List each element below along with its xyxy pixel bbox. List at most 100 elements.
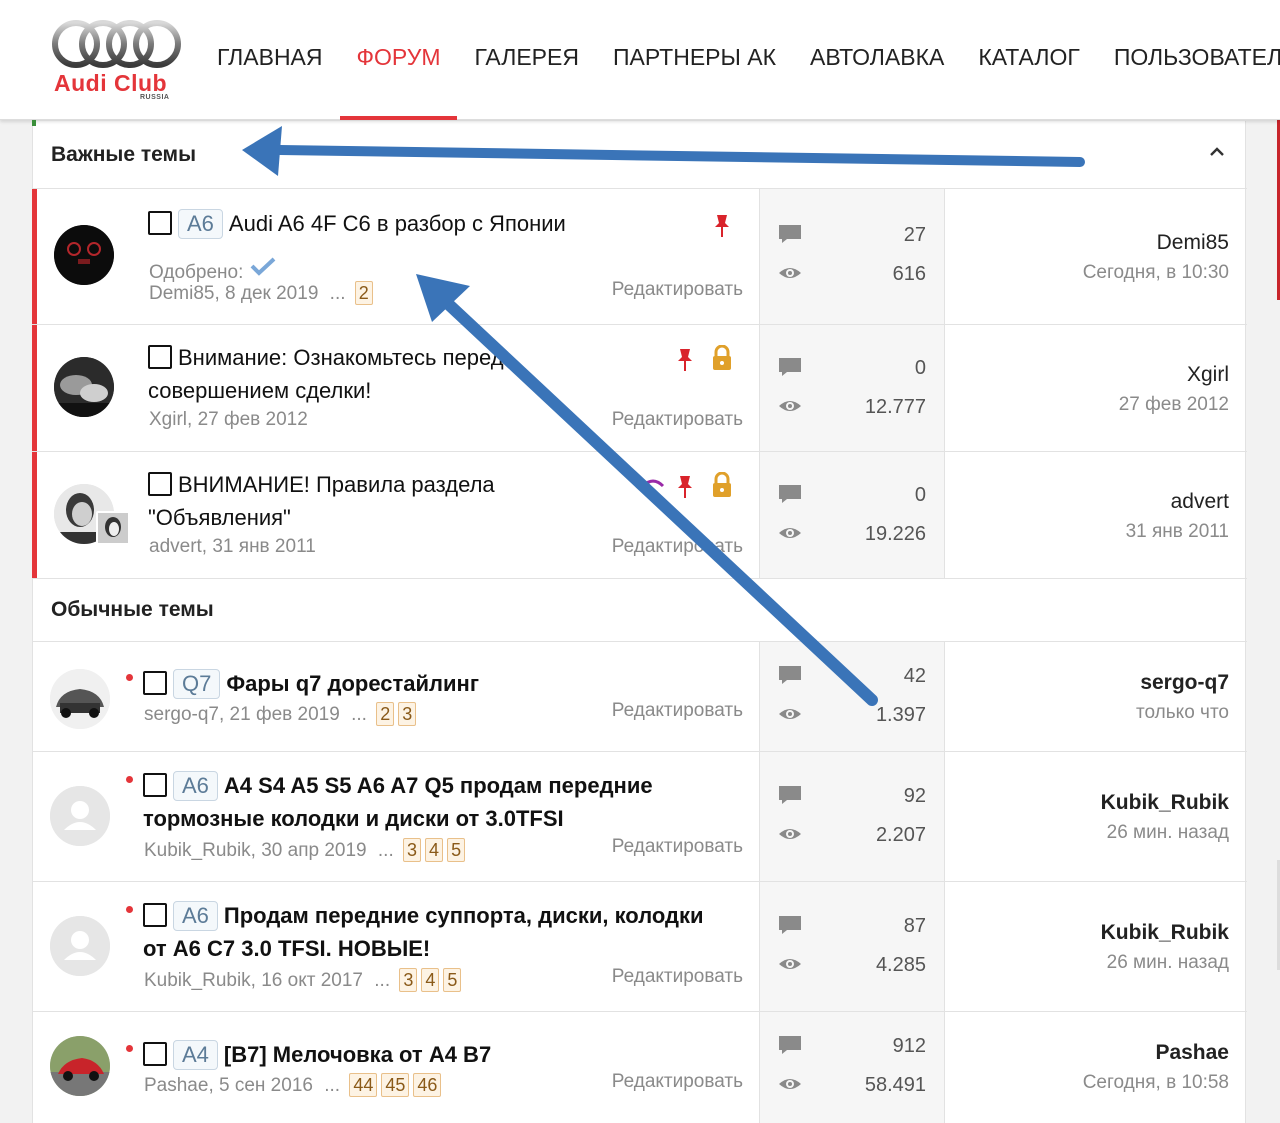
- thread-title-text[interactable]: ВНИМАНИЕ! Правила раздела: [178, 472, 495, 497]
- thread-title[interactable]: A6 A4 S4 A5 S5 A6 A7 Q5 продам передние: [143, 769, 653, 802]
- thread-title-text[interactable]: Продам передние суппорта, диски, колодки: [224, 903, 704, 928]
- page-link[interactable]: 2: [354, 281, 373, 305]
- last-post-user[interactable]: advert: [1171, 490, 1229, 514]
- thread-title-line2[interactable]: тормозные колодки и диски от 3.0TFSI: [143, 802, 564, 835]
- last-post-user[interactable]: Xgirl: [1187, 363, 1229, 387]
- thread-title[interactable]: Внимание: Ознакомьтесь перед: [148, 341, 504, 374]
- select-checkbox[interactable]: [148, 211, 172, 235]
- last-post-user[interactable]: sergo-q7: [1140, 671, 1229, 695]
- page-link[interactable]: 4: [425, 838, 444, 862]
- last-post-date[interactable]: 26 мин. назад: [1107, 952, 1229, 974]
- last-post-user[interactable]: Pashae: [1155, 1041, 1229, 1065]
- thread-author-date[interactable]: Kubik_Rubik, 30 апр 2019: [144, 840, 367, 861]
- page-link[interactable]: 3: [403, 838, 422, 862]
- comment-icon: [779, 916, 801, 934]
- select-checkbox[interactable]: [148, 345, 172, 369]
- avatar[interactable]: [50, 916, 110, 976]
- page-link[interactable]: 5: [443, 968, 462, 992]
- edit-link[interactable]: Редактировать: [612, 700, 743, 722]
- page-link[interactable]: 3: [398, 702, 417, 726]
- page-link[interactable]: 4: [421, 968, 440, 992]
- thread-title-text[interactable]: Внимание: Ознакомьтесь перед: [178, 345, 504, 370]
- eye-icon: [779, 709, 801, 719]
- page-link[interactable]: 2: [376, 702, 395, 726]
- nav-catalog[interactable]: КАТАЛОГ: [961, 0, 1097, 120]
- thread-author-date[interactable]: Pashae, 5 сен 2016: [144, 1075, 313, 1096]
- last-post-date[interactable]: 26 мин. назад: [1107, 822, 1229, 844]
- edit-link[interactable]: Редактировать: [612, 536, 743, 558]
- thread-stats: 42 1.397: [759, 642, 945, 751]
- edit-link[interactable]: Редактировать: [612, 1071, 743, 1093]
- nav-home[interactable]: ГЛАВНАЯ: [200, 0, 340, 120]
- thread-title-line2[interactable]: совершением сделки!: [148, 374, 371, 407]
- edit-link[interactable]: Редактировать: [612, 279, 743, 301]
- thread-row[interactable]: Q7 Фары q7 дорестайлинг sergo-q7, 21 фев …: [33, 642, 1247, 752]
- thread-prefix[interactable]: A6: [178, 209, 223, 239]
- edit-link[interactable]: Редактировать: [612, 836, 743, 858]
- secondary-avatar[interactable]: [96, 511, 130, 545]
- unread-indicator: [126, 1045, 133, 1052]
- thread-prefix[interactable]: A6: [173, 771, 218, 801]
- select-checkbox[interactable]: [143, 671, 167, 695]
- thread-author-date[interactable]: Xgirl, 27 фев 2012: [149, 409, 308, 431]
- thread-title-line2[interactable]: "Объявления": [148, 501, 291, 534]
- thread-title-line2[interactable]: от A6 C7 3.0 TFSI. НОВЫЕ!: [143, 932, 430, 965]
- nav-partners[interactable]: ПАРТНЕРЫ АК: [596, 0, 793, 120]
- last-post: Pashae Сегодня, в 10:58: [945, 1012, 1247, 1123]
- select-checkbox[interactable]: [143, 773, 167, 797]
- last-post-date[interactable]: 31 янв 2011: [1126, 521, 1229, 543]
- thread-row[interactable]: A4 [B7] Мелочовка от A4 B7 Pashae, 5 сен …: [33, 1012, 1247, 1123]
- last-post-user[interactable]: Kubik_Rubik: [1101, 791, 1229, 815]
- thread-title[interactable]: A6 Audi A6 4F C6 в разбор с Японии: [148, 207, 566, 240]
- select-checkbox[interactable]: [143, 1042, 167, 1066]
- thread-author-date[interactable]: Demi85, 8 дек 2019: [149, 283, 318, 304]
- thread-author-date[interactable]: advert, 31 янв 2011: [149, 536, 316, 558]
- page-link[interactable]: 5: [447, 838, 466, 862]
- edit-link[interactable]: Редактировать: [612, 409, 743, 431]
- thread-author-date[interactable]: Kubik_Rubik, 16 окт 2017: [144, 970, 363, 991]
- thread-prefix[interactable]: A4: [173, 1040, 218, 1070]
- thread-row[interactable]: ВНИМАНИЕ! Правила раздела "Объявления" a…: [32, 452, 1247, 579]
- thread-title[interactable]: A6 Продам передние суппорта, диски, колод…: [143, 899, 704, 932]
- last-post-date[interactable]: только что: [1136, 702, 1229, 724]
- thread-title[interactable]: ВНИМАНИЕ! Правила раздела: [148, 468, 495, 501]
- thread-prefix[interactable]: A6: [173, 901, 218, 931]
- thread-row[interactable]: A6 A4 S4 A5 S5 A6 A7 Q5 продам передние т…: [33, 752, 1247, 882]
- nav-users[interactable]: ПОЛЬЗОВАТЕЛИ: [1097, 0, 1280, 120]
- last-post-date[interactable]: Сегодня, в 10:58: [1083, 1072, 1229, 1094]
- last-post-user[interactable]: Demi85: [1157, 231, 1229, 255]
- thread-title-text[interactable]: Фары q7 дорестайлинг: [226, 671, 479, 696]
- avatar[interactable]: [50, 786, 110, 846]
- avatar[interactable]: [54, 357, 114, 417]
- nav-gallery[interactable]: ГАЛЕРЕЯ: [457, 0, 596, 120]
- avatar[interactable]: [50, 1036, 110, 1096]
- select-checkbox[interactable]: [143, 903, 167, 927]
- page-link[interactable]: 45: [381, 1073, 410, 1097]
- last-post: Demi85 Сегодня, в 10:30: [945, 189, 1247, 324]
- thread-title[interactable]: A4 [B7] Мелочовка от A4 B7: [143, 1038, 491, 1071]
- last-post-date[interactable]: Сегодня, в 10:30: [1083, 262, 1229, 284]
- thread-row[interactable]: A6 Audi A6 4F C6 в разбор с Японии Одобре…: [32, 189, 1247, 325]
- thread-title-text[interactable]: A4 S4 A5 S5 A6 A7 Q5 продам передние: [224, 773, 653, 798]
- select-checkbox[interactable]: [148, 472, 172, 496]
- thread-title[interactable]: Q7 Фары q7 дорестайлинг: [143, 667, 479, 700]
- page-link[interactable]: 44: [349, 1073, 378, 1097]
- avatar[interactable]: [50, 669, 110, 729]
- last-post-date[interactable]: 27 фев 2012: [1119, 394, 1229, 416]
- edit-link[interactable]: Редактировать: [612, 966, 743, 988]
- thread-title-text[interactable]: [B7] Мелочовка от A4 B7: [224, 1042, 491, 1067]
- thread-row[interactable]: A6 Продам передние суппорта, диски, колод…: [33, 882, 1247, 1012]
- last-post-user[interactable]: Kubik_Rubik: [1101, 921, 1229, 945]
- audi-club-logo[interactable]: Audi Club RUSSIA: [48, 14, 188, 104]
- page-link[interactable]: 46: [413, 1073, 442, 1097]
- avatar[interactable]: [54, 225, 114, 285]
- chevron-up-icon[interactable]: [1209, 141, 1225, 164]
- thread-prefix[interactable]: Q7: [173, 669, 221, 699]
- thread-row[interactable]: Внимание: Ознакомьтесь перед совершением…: [32, 325, 1247, 452]
- nav-forum[interactable]: ФОРУМ: [339, 0, 458, 120]
- thread-title-text[interactable]: Audi A6 4F C6 в разбор с Японии: [229, 211, 566, 236]
- pin-icon: [715, 215, 729, 237]
- page-link[interactable]: 3: [399, 968, 418, 992]
- thread-author-date[interactable]: sergo-q7, 21 фев 2019: [144, 704, 340, 725]
- nav-autoshop[interactable]: АВТОЛАВКА: [793, 0, 961, 120]
